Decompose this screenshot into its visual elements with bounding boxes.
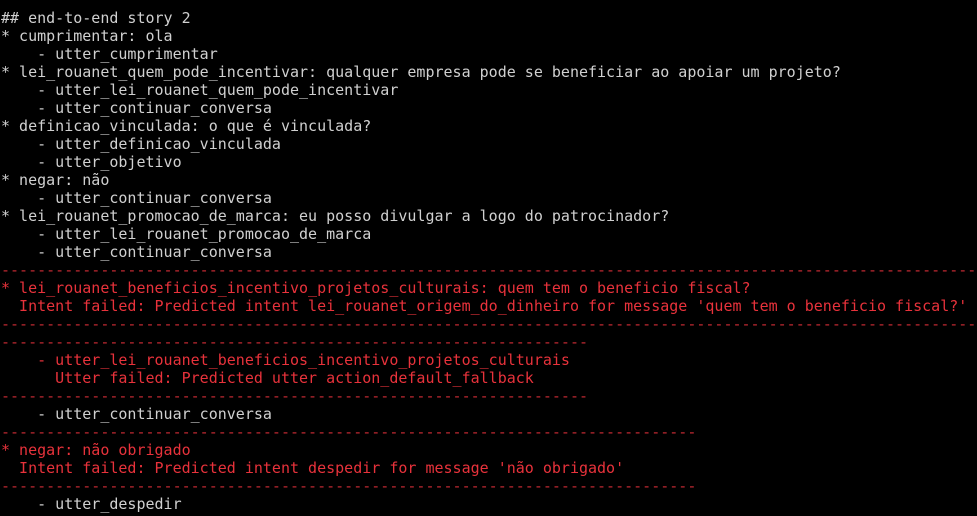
error-line: Intent failed: Predicted intent despedir…	[1, 459, 625, 477]
error-line: Intent failed: Predicted intent lei_roua…	[1, 297, 968, 315]
terminal-line: ## end-to-end story 2	[1, 9, 191, 27]
terminal-line: * lei_rouanet_promocao_de_marca: eu poss…	[1, 207, 670, 225]
separator-line: ----------------------------------------…	[1, 387, 588, 405]
terminal-line: - utter_objetivo	[1, 153, 182, 171]
separator-line: ----------------------------------------…	[1, 477, 697, 495]
terminal-line: * lei_rouanet_quem_pode_incentivar: qual…	[1, 63, 841, 81]
terminal-line: * definicao_vinculada: o que é vinculada…	[1, 117, 372, 135]
terminal-line: - utter_continuar_conversa	[1, 189, 272, 207]
terminal-line: * cumprimentar: ola	[1, 27, 173, 45]
terminal-line: - utter_lei_rouanet_quem_pode_incentivar	[1, 81, 399, 99]
separator-line: ----------------------------------------…	[1, 333, 588, 351]
terminal-line: - utter_cumprimentar	[1, 45, 218, 63]
terminal-line: - utter_continuar_conversa	[1, 99, 272, 117]
terminal-line: - utter_despedir	[1, 495, 182, 513]
error-line: * negar: não obrigado	[1, 441, 191, 459]
terminal-line: * negar: não	[1, 171, 110, 189]
error-line: * lei_rouanet_beneficios_incentivo_proje…	[1, 279, 751, 297]
terminal-line: - utter_definicao_vinculada	[1, 135, 281, 153]
terminal-line: - utter_lei_rouanet_promocao_de_marca	[1, 225, 372, 243]
separator-line: ----------------------------------------…	[1, 261, 977, 279]
separator-line: ----------------------------------------…	[1, 423, 697, 441]
terminal-line: - utter_continuar_conversa	[1, 405, 272, 423]
terminal-window[interactable]: ## end-to-end story 2 * cumprimentar: ol…	[0, 0, 977, 516]
error-line: Utter failed: Predicted utter action_def…	[1, 369, 534, 387]
terminal-line: - utter_continuar_conversa	[1, 243, 272, 261]
separator-line: ----------------------------------------…	[1, 315, 977, 333]
error-line: - utter_lei_rouanet_beneficios_incentivo…	[1, 351, 570, 369]
